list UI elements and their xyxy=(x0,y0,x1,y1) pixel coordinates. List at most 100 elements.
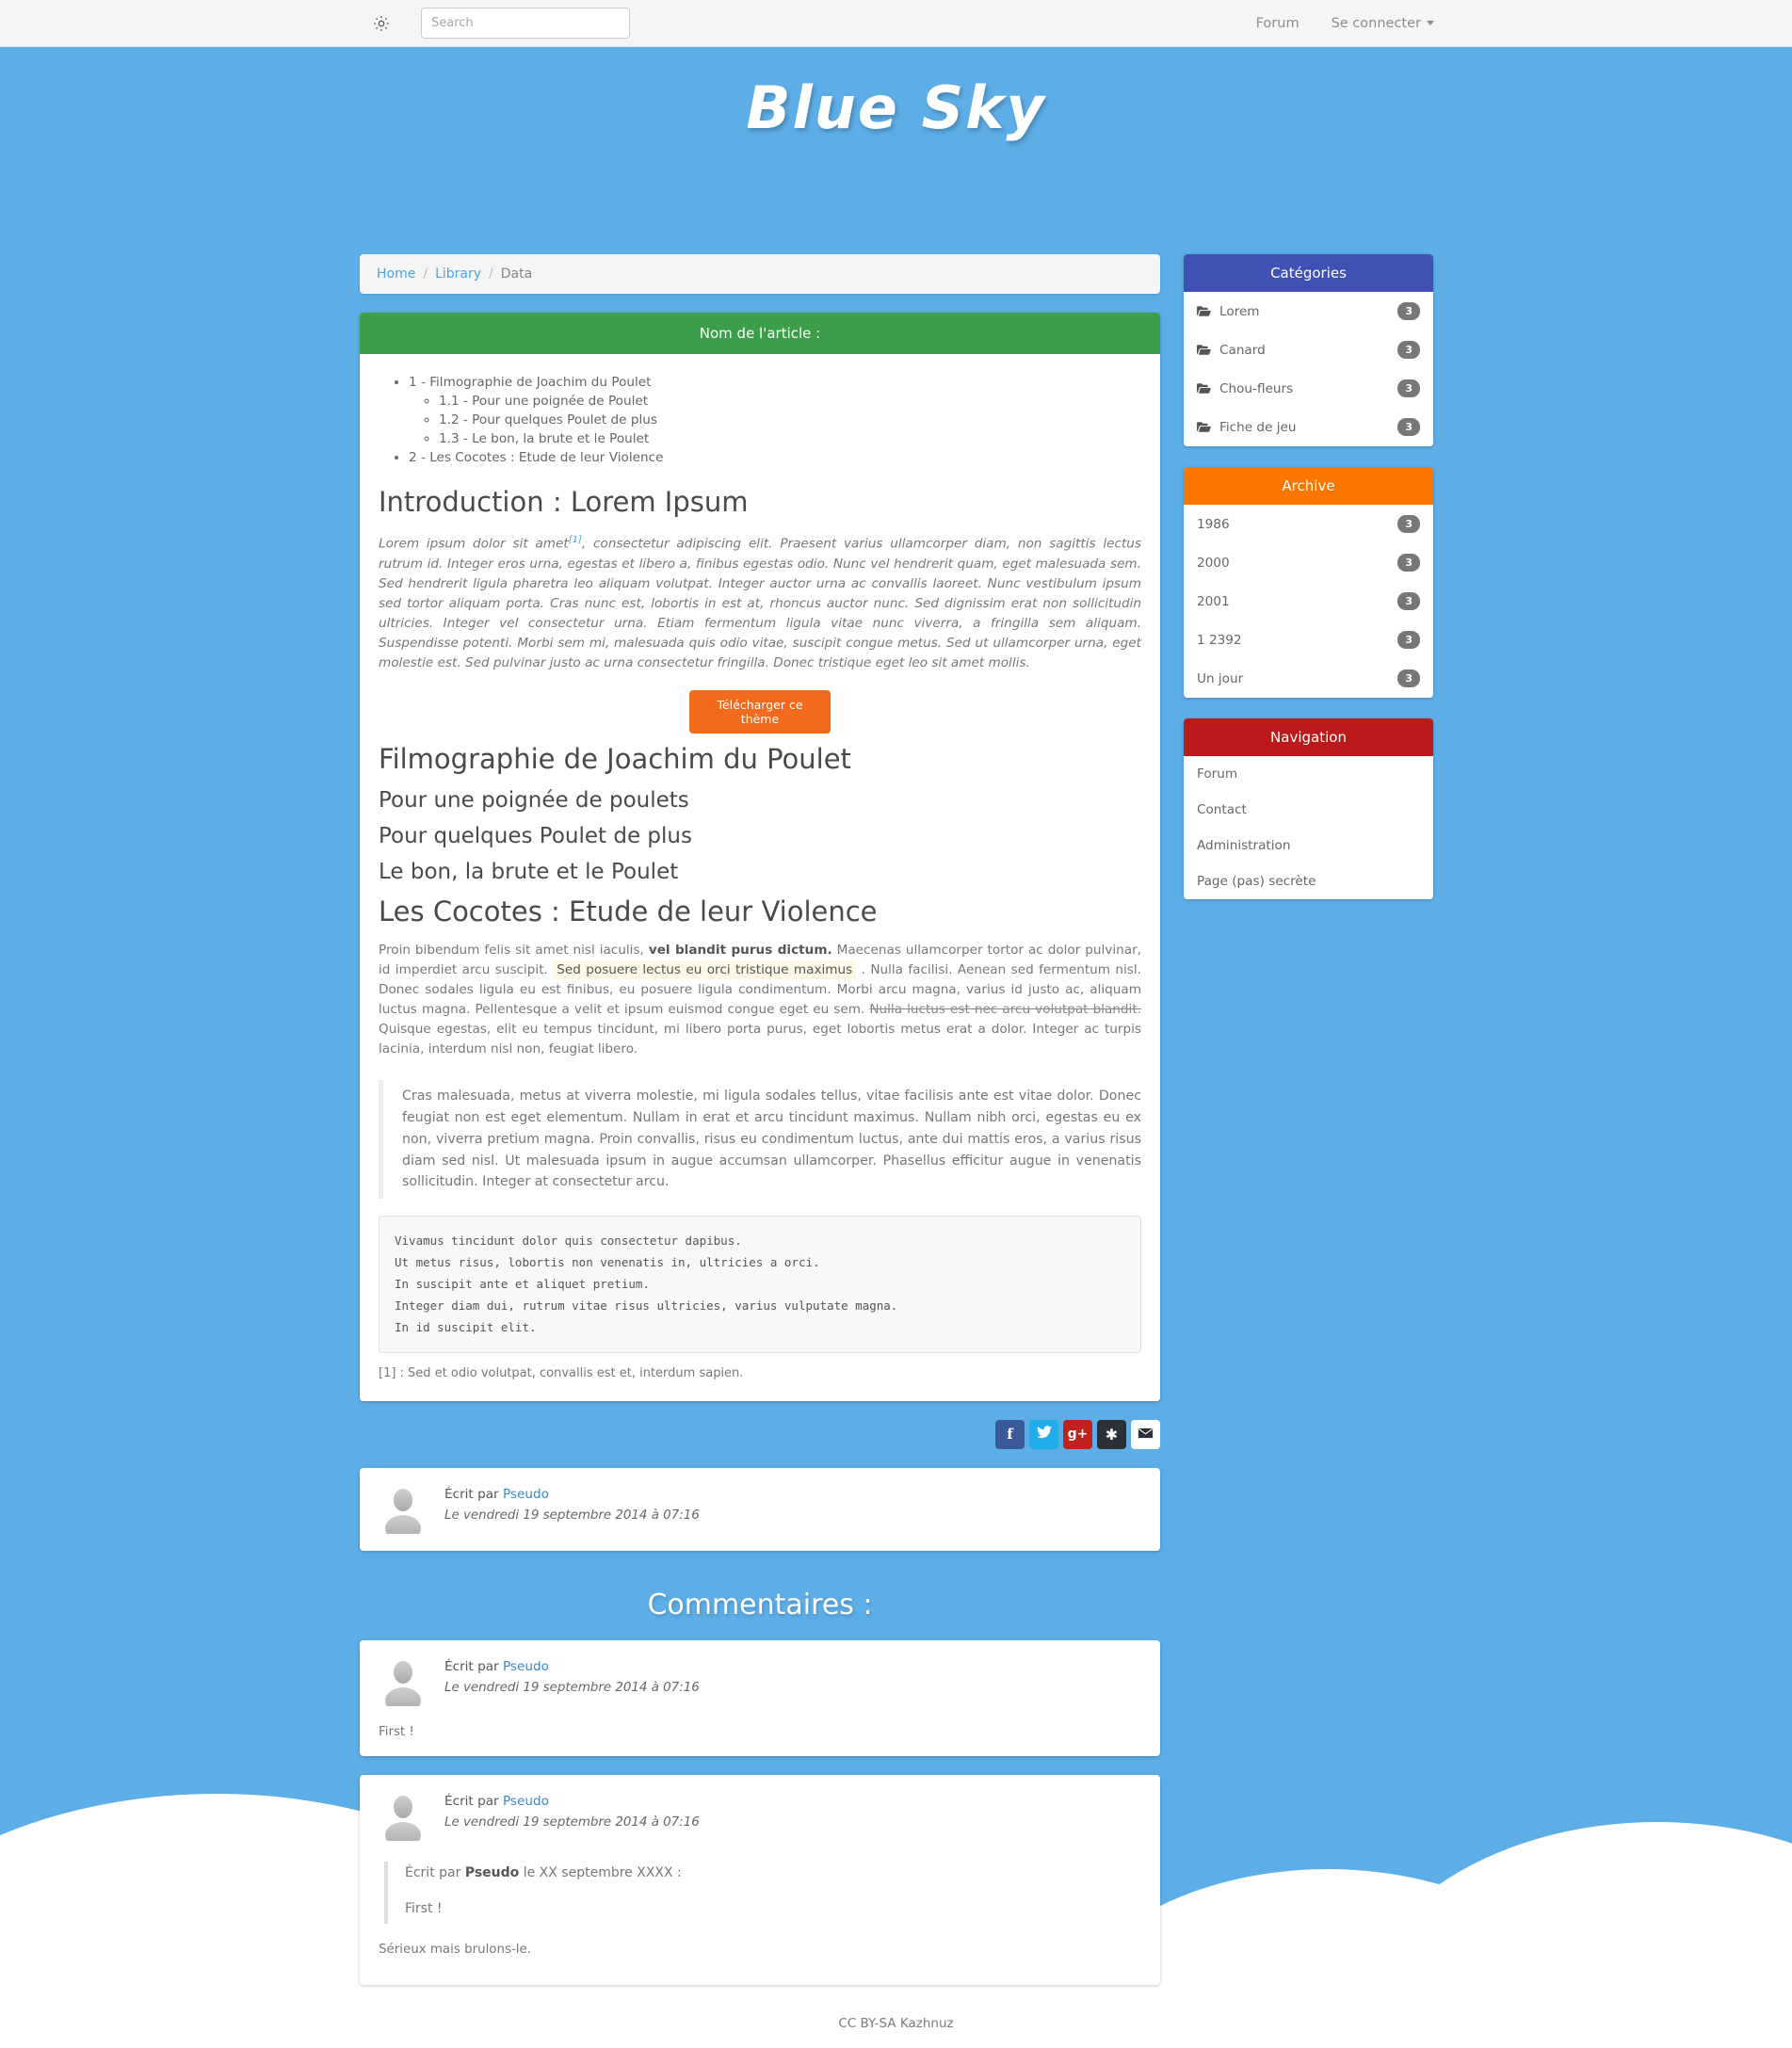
badge-count: 3 xyxy=(1397,515,1420,533)
archive-item-2000[interactable]: 2000 3 xyxy=(1184,543,1433,582)
top-navbar: Forum Se connecter xyxy=(0,0,1792,47)
breadcrumb-item-data: Data xyxy=(500,266,533,282)
badge-count: 3 xyxy=(1397,554,1420,572)
heading-filmographie: Filmographie de Joachim du Poulet xyxy=(379,742,851,775)
nav-link-forum[interactable]: Forum xyxy=(1256,16,1300,31)
toc-item[interactable]: 2 - Les Cocotes : Etude de leur Violence xyxy=(409,450,1141,465)
author-date: Le vendredi 19 septembre 2014 à 07:16 xyxy=(444,1508,700,1523)
nav-item-page-pas-secrete[interactable]: Page (pas) secrète xyxy=(1184,863,1433,899)
quote-prefix: Écrit par xyxy=(405,1864,465,1880)
sidebar-item-label-group: Lorem xyxy=(1197,304,1260,319)
breadcrumb-item-library[interactable]: Library xyxy=(435,266,481,282)
nav-item-contact[interactable]: Contact xyxy=(1184,792,1433,828)
comment-card: Écrit par Pseudo Le vendredi 19 septembr… xyxy=(360,1774,1160,1985)
sidebar-item-text: Canard xyxy=(1219,342,1266,358)
avatar xyxy=(379,1792,428,1848)
comment-quote: Écrit par Pseudo le XX septembre XXXX : … xyxy=(384,1861,1141,1924)
share-button-group: f g+ ✱ xyxy=(360,1419,1160,1449)
toc-item[interactable]: 1 - Filmographie de Joachim du Poulet 1.… xyxy=(409,375,1141,446)
quote-suffix: le XX septembre XXXX : xyxy=(519,1864,682,1880)
body-text-d: Quisque egestas, elit eu tempus tincidun… xyxy=(379,1022,1141,1057)
folder-open-icon xyxy=(1197,305,1211,317)
comment-author-row: Écrit par Pseudo Le vendredi 19 septembr… xyxy=(379,1792,1141,1848)
widget-categories: Catégories Lorem 3 Canard 3 Chou-fleurs … xyxy=(1184,254,1433,446)
nav-link-login[interactable]: Se connecter xyxy=(1332,16,1434,31)
author-card: Écrit par Pseudo Le vendredi 19 septembr… xyxy=(360,1467,1160,1551)
sidebar-item-chou-fleurs[interactable]: Chou-fleurs 3 xyxy=(1184,369,1433,408)
breadcrumb-item-home[interactable]: Home xyxy=(377,266,415,282)
sidebar-item-label-group: Canard xyxy=(1197,343,1266,358)
intro-text-a: Lorem ipsum dolor sit amet xyxy=(379,536,569,552)
widget-categories-title: Catégories xyxy=(1184,254,1433,292)
nav-item-text: Page (pas) secrète xyxy=(1197,874,1316,889)
archive-item-1986[interactable]: 1986 3 xyxy=(1184,505,1433,543)
archive-item-12392[interactable]: 1 2392 3 xyxy=(1184,621,1433,659)
badge-count: 3 xyxy=(1397,302,1420,320)
page-container: Home / Library / Data Nom de l'article : 1 -… xyxy=(360,254,1433,1985)
nav-item-administration[interactable]: Administration xyxy=(1184,828,1433,863)
toc-sublist: 1.1 - Pour une poignée de Poulet 1.2 - P… xyxy=(409,394,1141,446)
widget-navigation-title: Navigation xyxy=(1184,718,1433,756)
widget-archive: Archive 1986 3 2000 3 2001 3 1 2392 3 Un… xyxy=(1184,467,1433,698)
comment-byline: Écrit par Pseudo xyxy=(444,1659,700,1674)
googleplus-share-button[interactable]: g+ xyxy=(1063,1419,1092,1449)
sidebar-item-canard[interactable]: Canard 3 xyxy=(1184,331,1433,369)
article-blockquote: Cras malesuada, metus at viverra molesti… xyxy=(379,1080,1141,1199)
quote-author: Pseudo xyxy=(464,1864,520,1880)
facebook-share-button[interactable]: f xyxy=(995,1419,1025,1449)
nav-item-text: Administration xyxy=(1197,838,1291,853)
author-name-link[interactable]: Pseudo xyxy=(503,1487,549,1502)
archive-item-un-jour[interactable]: Un jour 3 xyxy=(1184,659,1433,698)
comment-quote-body: First ! xyxy=(405,1900,443,1916)
toc-subitem[interactable]: 1.1 - Pour une poignée de Poulet xyxy=(439,394,1141,409)
avatar xyxy=(379,1485,428,1541)
toc-subitem[interactable]: 1.2 - Pour quelques Poulet de plus xyxy=(439,412,1141,427)
widget-archive-body: 1986 3 2000 3 2001 3 1 2392 3 Un jour 3 xyxy=(1184,505,1433,698)
sidebar-item-label-group: Chou-fleurs xyxy=(1197,381,1293,396)
article-footnote: [1] : Sed et odio volutpat, convallis es… xyxy=(379,1365,744,1380)
toc-subitem[interactable]: 1.3 - Le bon, la brute et le Poulet xyxy=(439,431,1141,446)
twitter-share-button[interactable] xyxy=(1029,1419,1058,1449)
sidebar-item-fiche-de-jeu[interactable]: Fiche de jeu 3 xyxy=(1184,408,1433,446)
author-byline-label: Écrit par xyxy=(444,1486,499,1502)
facebook-icon: f xyxy=(1007,1426,1013,1443)
body-paragraph: Proin bibendum felis sit amet nisl iacul… xyxy=(379,941,1141,1059)
sidebar: Catégories Lorem 3 Canard 3 Chou-fleurs … xyxy=(1184,254,1433,920)
footer-credit: CC BY-SA Kazhnuz xyxy=(838,2016,954,2031)
heading-poignee: Pour une poignée de poulets xyxy=(379,787,689,813)
widget-categories-body: Lorem 3 Canard 3 Chou-fleurs 3 Fiche de … xyxy=(1184,292,1433,446)
archive-item-2001[interactable]: 2001 3 xyxy=(1184,582,1433,621)
toc-item-label: 1 - Filmographie de Joachim du Poulet xyxy=(409,375,652,390)
breadcrumb-separator: / xyxy=(423,266,428,282)
email-share-button[interactable] xyxy=(1131,1419,1160,1449)
main-column: Home / Library / Data Nom de l'article : 1 -… xyxy=(360,254,1160,1985)
sidebar-item-text: Fiche de jeu xyxy=(1219,419,1297,435)
comment-author-link[interactable]: Pseudo xyxy=(503,1794,549,1809)
archive-item-text: 1986 xyxy=(1197,516,1230,532)
envelope-icon xyxy=(1138,1426,1154,1443)
nav-item-forum[interactable]: Forum xyxy=(1184,756,1433,792)
author-row: Écrit par Pseudo Le vendredi 19 septembr… xyxy=(379,1485,1141,1541)
search-input[interactable] xyxy=(421,8,630,39)
asterisk-icon: ✱ xyxy=(1105,1425,1119,1443)
nav-item-text: Contact xyxy=(1197,802,1247,817)
badge-count: 3 xyxy=(1397,418,1420,436)
gear-icon[interactable] xyxy=(372,14,391,33)
sidebar-item-lorem[interactable]: Lorem 3 xyxy=(1184,292,1433,331)
asterisk-share-button[interactable]: ✱ xyxy=(1097,1419,1126,1449)
folder-open-icon xyxy=(1197,344,1211,356)
avatar xyxy=(379,1657,428,1714)
footnote-ref-link[interactable]: [1] xyxy=(569,535,582,545)
heading-introduction: Introduction : Lorem Ipsum xyxy=(379,486,749,518)
sidebar-item-text: Chou-fleurs xyxy=(1219,380,1294,396)
comment-author-link[interactable]: Pseudo xyxy=(503,1659,549,1674)
badge-count: 3 xyxy=(1397,631,1420,649)
footnote-ref[interactable]: [1] xyxy=(569,532,582,545)
intro-text-b: , consectetur adipiscing elit. Praesent … xyxy=(379,536,1141,670)
twitter-icon xyxy=(1036,1426,1052,1443)
comment-author-info: Écrit par Pseudo Le vendredi 19 septembr… xyxy=(444,1792,700,1830)
comment-card: Écrit par Pseudo Le vendredi 19 septembr… xyxy=(360,1639,1160,1756)
body-text-a: Proin bibendum felis sit amet nisl iacul… xyxy=(379,942,649,958)
author-byline: Écrit par Pseudo xyxy=(444,1487,700,1502)
download-theme-button[interactable]: Télécharger ce thème xyxy=(689,689,831,734)
